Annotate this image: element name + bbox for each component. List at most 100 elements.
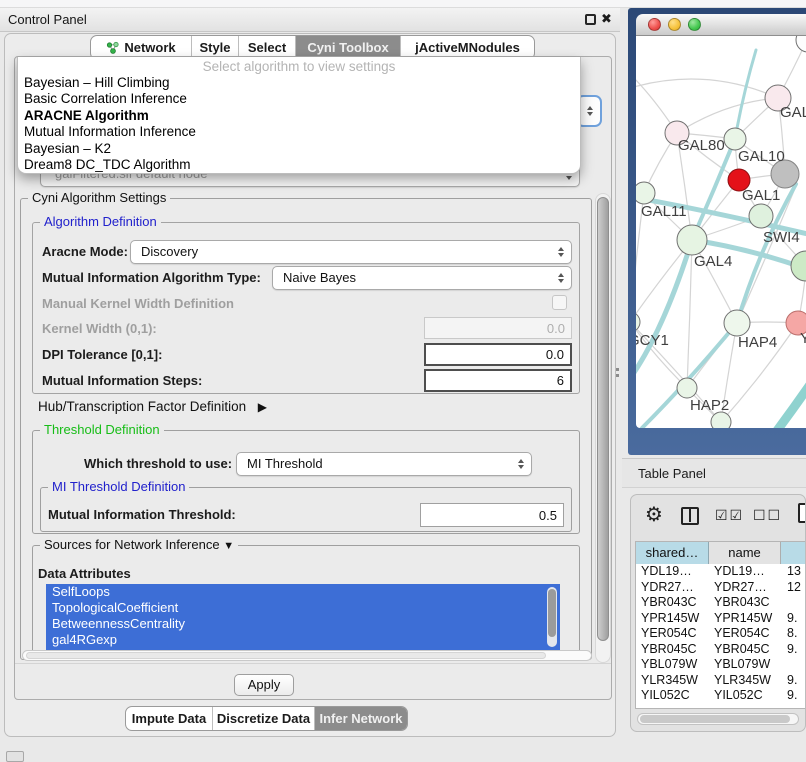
columns-icon[interactable] (681, 507, 699, 525)
tab-label: Network (124, 40, 175, 55)
node-label: SWI4 (763, 229, 800, 246)
column-header-extra[interactable] (781, 542, 806, 564)
control-panel-titlebar: Control Panel ✖ (0, 8, 620, 32)
table-row[interactable]: YPR145W YPR145W 9. (636, 611, 806, 627)
manual-kernel-checkbox[interactable] (552, 295, 567, 310)
hub-section-toggle[interactable]: Hub/Transcription Factor Definition ▶ (38, 398, 267, 416)
node-label: GCY1 (636, 332, 669, 349)
column-header-shared-name[interactable]: shared… (636, 542, 709, 564)
network-node[interactable] (724, 128, 746, 150)
network-canvas[interactable]: GAL GAL80 GAL10 GAL1 GAL11 SWI4 GAL4 GCY… (636, 36, 806, 428)
which-threshold-value: MI Threshold (247, 453, 323, 475)
group-cyni-settings-title: Cyni Algorithm Settings (28, 191, 170, 205)
aracne-mode-label: Aracne Mode: (42, 244, 128, 260)
window-title: Control Panel (8, 8, 87, 31)
pane-hscrollbar-track[interactable] (22, 650, 592, 661)
table-row[interactable]: YBR045C YBR045C 9. (636, 642, 806, 658)
kernel-width-input[interactable]: 0.0 (424, 317, 572, 339)
list-item[interactable]: TopologicalCoefficient (46, 600, 560, 616)
tab-infer-network[interactable]: Infer Network (314, 707, 407, 730)
traffic-light-close[interactable] (648, 18, 661, 31)
scrollpane-bottom-divider (15, 663, 611, 664)
mi-threshold-input[interactable]: 0.5 (420, 503, 564, 527)
tab-impute-data[interactable]: Impute Data (126, 707, 212, 730)
tab-label: Discretize Data (217, 711, 310, 726)
network-node[interactable] (749, 204, 773, 228)
traffic-light-zoom[interactable] (688, 18, 701, 31)
float-icon[interactable] (585, 14, 596, 25)
mi-steps-input[interactable]: 6 (424, 369, 572, 392)
pane-hscrollbar-thumb[interactable] (26, 652, 546, 659)
list-vscrollbar-track[interactable] (547, 587, 557, 647)
network-icon (106, 41, 119, 54)
table-hscrollbar-track[interactable] (637, 713, 799, 725)
dpi-tolerance-input[interactable]: 0.0 (424, 343, 572, 366)
select-all-icon[interactable]: ☑☑ (715, 507, 744, 524)
dropdown-item[interactable]: Basic Correlation Inference (18, 91, 580, 107)
node-label: GAL11 (641, 203, 687, 220)
manual-kernel-label: Manual Kernel Width Definition (42, 296, 234, 312)
hub-section-label: Hub/Transcription Factor Definition (38, 399, 246, 414)
network-node[interactable] (791, 251, 806, 281)
which-threshold-label: Which threshold to use: (84, 456, 232, 472)
panel-divider-grip[interactable] (616, 368, 619, 377)
document-icon[interactable] (798, 503, 806, 523)
node-table: shared… name YDL19… YDL19… 13 YDR27… YDR… (635, 541, 806, 709)
table-row[interactable]: YLR345W YLR345W 9. (636, 673, 806, 689)
network-node[interactable] (636, 312, 640, 332)
mi-type-combo[interactable]: Naive Bayes (272, 266, 572, 290)
which-threshold-combo[interactable]: MI Threshold (236, 452, 532, 476)
node-label: HAP2 (690, 397, 729, 414)
column-header-name[interactable]: name (709, 542, 781, 564)
settings-vscrollbar-track[interactable] (595, 193, 611, 663)
deselect-all-icon[interactable]: ☐☐ (753, 507, 782, 524)
top-strip (0, 0, 806, 8)
list-item[interactable]: gal4RGexp (46, 632, 560, 648)
dropdown-placeholder: Select algorithm to view settings (18, 59, 580, 75)
dropdown-item[interactable]: Bayesian – Hill Climbing (18, 75, 580, 91)
traffic-light-minimize[interactable] (668, 18, 681, 31)
network-node[interactable] (724, 310, 750, 336)
dropdown-item-selected[interactable]: ARACNE Algorithm (18, 108, 580, 124)
table-panel-titlebar: Table Panel (622, 458, 806, 488)
apply-button[interactable]: Apply (234, 674, 294, 696)
table-row[interactable]: YDL19… YDL19… 13 (636, 564, 806, 580)
group-algorithm-definition-title: Algorithm Definition (40, 215, 161, 229)
mi-type-label: Mutual Information Algorithm Type: (42, 270, 261, 286)
table-row[interactable]: YDR27… YDR27… 12 (636, 580, 806, 596)
node-label: Y (800, 330, 806, 347)
network-titlebar[interactable] (636, 14, 806, 36)
algorithm-dropdown: Select algorithm to view settings Bayesi… (17, 57, 581, 174)
list-item[interactable]: BetweennessCentrality (46, 616, 560, 632)
network-node[interactable] (796, 36, 806, 52)
gear-icon[interactable]: ⚙ (645, 503, 663, 527)
sources-title-text: Sources for Network Inference (44, 537, 220, 552)
dropdown-item[interactable]: Mutual Information Inference (18, 124, 580, 140)
mi-threshold-label: Mutual Information Threshold: (48, 507, 236, 523)
network-node[interactable] (711, 412, 731, 428)
group-threshold-title: Threshold Definition (40, 423, 164, 437)
table-row[interactable]: YER054C YER054C 8. (636, 626, 806, 642)
network-node[interactable] (677, 225, 707, 255)
tab-label: jActiveMNodules (415, 40, 520, 55)
tab-label: Select (248, 40, 286, 55)
dropdown-item[interactable]: Dream8 DC_TDC Algorithm (18, 157, 580, 173)
aracne-mode-value: Discovery (141, 241, 198, 263)
network-node[interactable] (636, 182, 655, 204)
list-vscrollbar-thumb[interactable] (548, 589, 556, 637)
attributes-list: SelfLoops TopologicalCoefficient Between… (46, 584, 560, 650)
table-row[interactable]: YIL052C YIL052C 9. (636, 688, 806, 704)
table-row[interactable]: YBR043C YBR043C (636, 595, 806, 611)
table-row[interactable]: YBL079W YBL079W (636, 657, 806, 673)
list-item[interactable]: SelfLoops (46, 584, 560, 600)
aracne-mode-combo[interactable]: Discovery (130, 240, 572, 264)
table-hscrollbar-thumb[interactable] (640, 715, 790, 723)
settings-vscrollbar-thumb[interactable] (597, 197, 609, 641)
network-window: GAL GAL80 GAL10 GAL1 GAL11 SWI4 GAL4 GCY… (628, 8, 806, 455)
network-node[interactable] (677, 378, 697, 398)
dropdown-item[interactable]: Bayesian – K2 (18, 141, 580, 157)
close-icon[interactable]: ✖ (601, 11, 612, 27)
corner-grip-icon[interactable] (6, 751, 24, 762)
tab-discretize-data[interactable]: Discretize Data (212, 707, 314, 730)
expanded-arrow-icon[interactable]: ▼ (223, 540, 234, 552)
